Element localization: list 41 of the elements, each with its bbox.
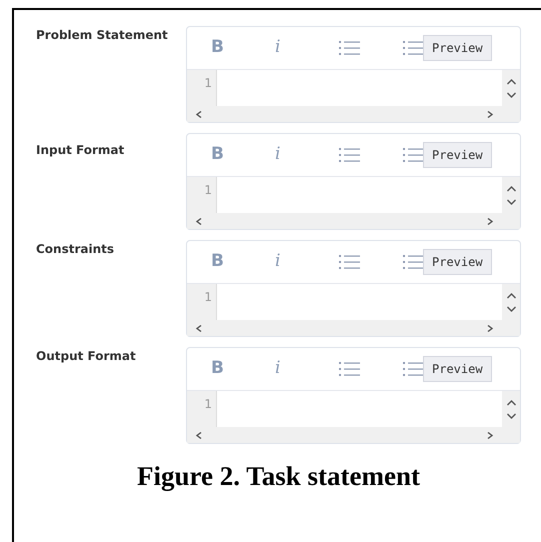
- scroll-left-icon[interactable]: [195, 218, 204, 224]
- code-input-area[interactable]: [217, 391, 502, 427]
- field-label: Constraints: [36, 241, 116, 258]
- scroll-right-icon[interactable]: [485, 432, 494, 438]
- preview-button[interactable]: Preview: [423, 356, 492, 382]
- field-label: Problem Statement: [36, 27, 169, 44]
- italic-button[interactable]: i: [251, 142, 303, 168]
- bulleted-list-icon: [339, 40, 361, 56]
- code-input-area[interactable]: [217, 284, 502, 320]
- bulleted-list-icon: [339, 147, 361, 163]
- bulleted-list-icon: [339, 361, 361, 377]
- bold-button[interactable]: B: [203, 142, 251, 168]
- figure-caption: Figure 2. Task statement: [136, 460, 420, 493]
- field-label: Output Format: [36, 348, 137, 365]
- preview-button[interactable]: Preview: [423, 142, 492, 168]
- bold-button[interactable]: B: [203, 35, 251, 61]
- scroll-down-icon[interactable]: [506, 306, 516, 312]
- scroll-up-icon[interactable]: [506, 398, 516, 406]
- scroll-left-icon[interactable]: [195, 110, 204, 118]
- scroll-left-icon[interactable]: [195, 432, 204, 438]
- scroll-left-icon[interactable]: [195, 324, 204, 332]
- scroll-up-icon[interactable]: [506, 292, 516, 298]
- italic-button[interactable]: i: [251, 35, 303, 61]
- italic-button[interactable]: i: [251, 356, 303, 382]
- scroll-right-icon[interactable]: [485, 110, 494, 118]
- bold-button[interactable]: B: [203, 249, 251, 275]
- code-input-area[interactable]: [217, 177, 502, 213]
- scroll-down-icon[interactable]: [506, 92, 516, 98]
- scroll-right-icon[interactable]: [485, 324, 494, 332]
- scroll-up-icon[interactable]: [506, 78, 516, 84]
- scroll-up-icon[interactable]: [506, 184, 516, 192]
- preview-button[interactable]: Preview: [423, 35, 492, 61]
- scroll-down-icon[interactable]: [506, 198, 516, 206]
- scroll-down-icon[interactable]: [506, 412, 516, 420]
- field-label: Input Format: [36, 142, 126, 159]
- preview-button[interactable]: Preview: [423, 249, 492, 275]
- code-input-area[interactable]: [217, 70, 502, 106]
- bulleted-list-icon: [339, 254, 361, 270]
- italic-button[interactable]: i: [251, 249, 303, 275]
- scroll-right-icon[interactable]: [485, 218, 494, 224]
- bold-button[interactable]: B: [203, 356, 251, 382]
